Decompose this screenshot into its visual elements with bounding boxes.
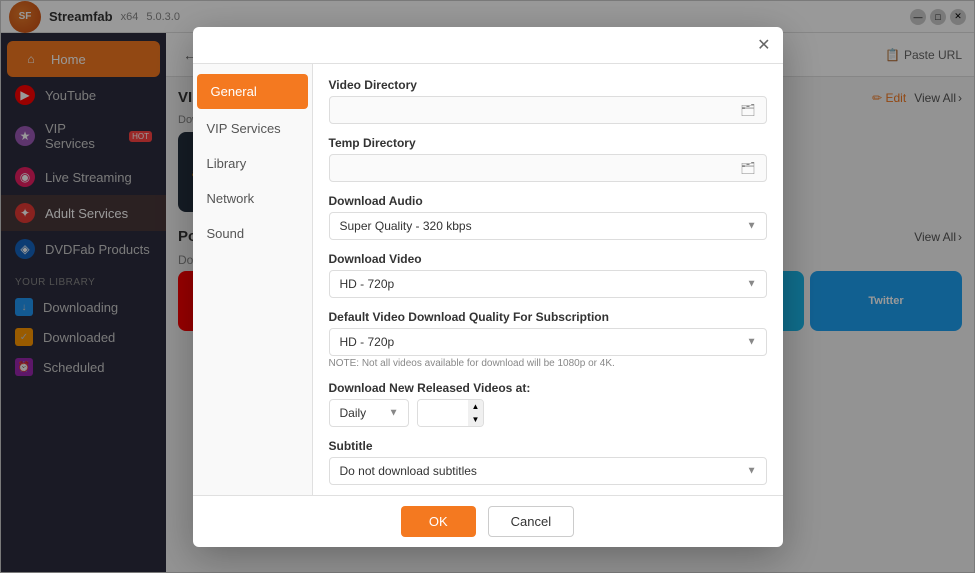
video-directory-input[interactable]: C:\Users\luyin\Videos	[340, 103, 741, 117]
cancel-button[interactable]: Cancel	[488, 506, 574, 537]
time-input[interactable]: 0:00	[418, 400, 468, 426]
video-directory-group: Video Directory C:\Users\luyin\Videos 🗂	[329, 78, 767, 124]
time-up-button[interactable]: ▲	[468, 400, 484, 413]
modal-sidebar: General VIP Services Library Network Sou…	[193, 64, 313, 495]
modal-nav-sound[interactable]: Sound	[193, 216, 312, 251]
download-new-label: Download New Released Videos at:	[329, 381, 767, 395]
temp-directory-group: Temp Directory E:/streamfab output 🗂	[329, 136, 767, 182]
modal-close-button[interactable]: ✕	[757, 35, 770, 55]
modal-nav-general[interactable]: General	[197, 74, 308, 109]
time-input-wrapper: 0:00 ▲ ▼	[417, 399, 485, 427]
download-audio-group: Download Audio Super Quality - 320 kbps …	[329, 194, 767, 240]
frequency-select-wrapper: Daily ▼	[329, 399, 409, 427]
download-video-select-wrapper: HD - 720p ▼	[329, 270, 767, 298]
modal-form-content: Video Directory C:\Users\luyin\Videos 🗂 …	[313, 64, 783, 495]
download-new-group: Download New Released Videos at: Daily ▼…	[329, 381, 767, 427]
download-audio-select-wrapper: Super Quality - 320 kbps ▼	[329, 212, 767, 240]
subtitle-select-wrapper: Do not download subtitles ▼	[329, 457, 767, 485]
video-directory-label: Video Directory	[329, 78, 767, 92]
download-video-group: Download Video HD - 720p ▼	[329, 252, 767, 298]
temp-directory-input-wrapper[interactable]: E:/streamfab output 🗂	[329, 154, 767, 182]
modal-nav-vip[interactable]: VIP Services	[193, 111, 312, 146]
time-row: Daily ▼ 0:00 ▲ ▼	[329, 399, 767, 427]
default-quality-label: Default Video Download Quality For Subsc…	[329, 310, 767, 324]
temp-directory-input[interactable]: E:/streamfab output	[340, 161, 741, 175]
time-down-button[interactable]: ▼	[468, 413, 484, 426]
temp-folder-browse-icon[interactable]: 🗂	[740, 161, 755, 175]
time-spin: ▲ ▼	[468, 400, 484, 426]
default-quality-select-wrapper: HD - 720p ▼	[329, 328, 767, 356]
frequency-select[interactable]: Daily	[329, 399, 409, 427]
modal-nav-library[interactable]: Library	[193, 146, 312, 181]
subtitle-group: Subtitle Do not download subtitles ▼	[329, 439, 767, 485]
modal-header: ✕	[193, 27, 783, 64]
subtitle-label: Subtitle	[329, 439, 767, 453]
download-video-select[interactable]: HD - 720p	[329, 270, 767, 298]
modal-footer: OK Cancel	[193, 495, 783, 547]
folder-browse-icon[interactable]: 🗂	[740, 103, 755, 117]
default-quality-select[interactable]: HD - 720p	[329, 328, 767, 356]
modal-body: General VIP Services Library Network Sou…	[193, 64, 783, 495]
quality-note: NOTE: Not all videos available for downl…	[329, 358, 767, 369]
default-quality-group: Default Video Download Quality For Subsc…	[329, 310, 767, 369]
settings-modal: ✕ General VIP Services Library Network S…	[193, 27, 783, 547]
video-directory-input-wrapper[interactable]: C:\Users\luyin\Videos 🗂	[329, 96, 767, 124]
modal-nav-network[interactable]: Network	[193, 181, 312, 216]
download-audio-select[interactable]: Super Quality - 320 kbps	[329, 212, 767, 240]
download-video-label: Download Video	[329, 252, 767, 266]
subtitle-select[interactable]: Do not download subtitles	[329, 457, 767, 485]
download-audio-label: Download Audio	[329, 194, 767, 208]
ok-button[interactable]: OK	[401, 506, 476, 537]
modal-overlay: ✕ General VIP Services Library Network S…	[0, 0, 975, 573]
temp-directory-label: Temp Directory	[329, 136, 767, 150]
